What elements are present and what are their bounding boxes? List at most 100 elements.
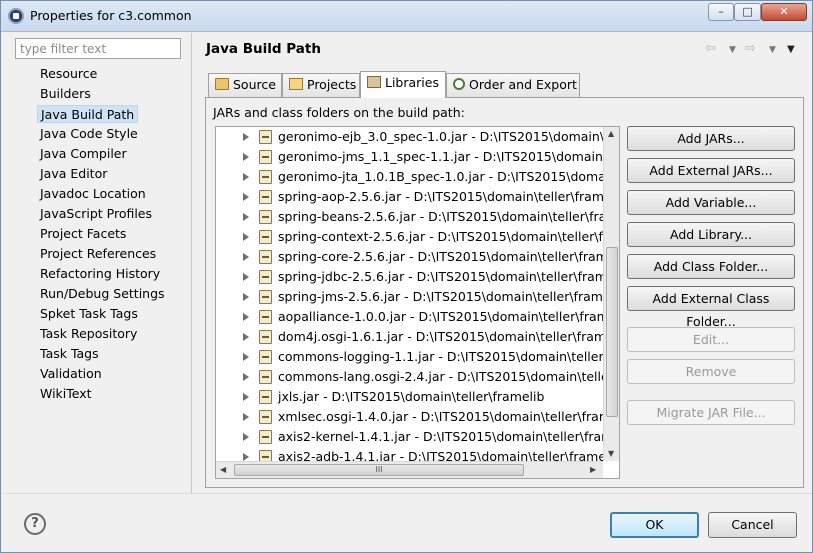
property-page-list: Resource Builders Java Build Path Java C… xyxy=(11,61,191,493)
tab-projects[interactable]: Projects xyxy=(282,73,360,97)
list-item[interactable]: spring-aop-2.5.6.jar - D:\ITS2015\domain… xyxy=(216,187,619,207)
minimize-button[interactable]: – xyxy=(708,3,734,21)
expand-arrow-icon[interactable] xyxy=(243,273,249,281)
vertical-scroll-thumb[interactable] xyxy=(606,247,618,417)
tab-projects-label: Projects xyxy=(307,77,357,92)
add-external-class-folder-button[interactable]: Add External Class Folder... xyxy=(627,286,795,329)
expand-arrow-icon[interactable] xyxy=(243,173,249,181)
add-external-jars-button[interactable]: Add External JARs... xyxy=(627,158,795,183)
nav-item-project-facets[interactable]: Project Facets xyxy=(37,225,129,243)
tab-source-label: Source xyxy=(233,77,276,92)
nav-item-builders[interactable]: Builders xyxy=(37,85,94,103)
library-tree[interactable]: geronimo-ejb_3.0_spec-1.0.jar - D:\ITS20… xyxy=(215,126,620,479)
cancel-button[interactable]: Cancel xyxy=(708,512,797,538)
expand-arrow-icon[interactable] xyxy=(243,353,249,361)
vertical-scrollbar[interactable]: ▲ ▼ xyxy=(603,127,619,461)
nav-item-resource[interactable]: Resource xyxy=(37,65,100,83)
list-item[interactable]: aopalliance-1.0.0.jar - D:\ITS2015\domai… xyxy=(216,307,619,327)
expand-arrow-icon[interactable] xyxy=(243,333,249,341)
close-button[interactable]: ✕ xyxy=(761,3,807,21)
eclipse-app-icon xyxy=(8,8,24,24)
horizontal-scroll-thumb[interactable]: III xyxy=(234,464,524,476)
jar-icon xyxy=(259,350,272,364)
scroll-left-icon[interactable]: ◀ xyxy=(220,465,226,474)
list-item[interactable]: geronimo-jta_1.0.1B_spec-1.0.jar - D:\IT… xyxy=(216,167,619,187)
add-library-button[interactable]: Add Library... xyxy=(627,222,795,247)
edit-button[interactable]: Edit... xyxy=(627,327,795,352)
help-icon[interactable]: ? xyxy=(24,513,46,535)
migrate-jar-button[interactable]: Migrate JAR File... xyxy=(627,400,795,425)
remove-button[interactable]: Remove xyxy=(627,359,795,384)
scroll-down-icon[interactable]: ▼ xyxy=(608,449,614,458)
view-menu-icon[interactable]: ▼ xyxy=(787,44,795,55)
nav-item-javadoc-location[interactable]: Javadoc Location xyxy=(37,185,149,203)
add-class-folder-button[interactable]: Add Class Folder... xyxy=(627,254,795,279)
scroll-up-icon[interactable]: ▲ xyxy=(608,129,614,138)
list-item[interactable]: spring-jdbc-2.5.6.jar - D:\ITS2015\domai… xyxy=(216,267,619,287)
expand-arrow-icon[interactable] xyxy=(243,413,249,421)
list-item[interactable]: spring-core-2.5.6.jar - D:\ITS2015\domai… xyxy=(216,247,619,267)
jar-icon xyxy=(259,250,272,264)
nav-item-run-debug-settings[interactable]: Run/Debug Settings xyxy=(37,285,168,303)
add-variable-button[interactable]: Add Variable... xyxy=(627,190,795,215)
nav-item-task-tags[interactable]: Task Tags xyxy=(37,345,102,363)
expand-arrow-icon[interactable] xyxy=(243,153,249,161)
forward-history-dropdown-icon[interactable]: ▼ xyxy=(769,45,776,55)
nav-item-javascript-profiles[interactable]: JavaScript Profiles xyxy=(37,205,155,223)
expand-arrow-icon[interactable] xyxy=(243,193,249,201)
nav-item-project-references[interactable]: Project References xyxy=(37,245,159,263)
list-item[interactable]: spring-beans-2.5.6.jar - D:\ITS2015\doma… xyxy=(216,207,619,227)
nav-item-java-compiler[interactable]: Java Compiler xyxy=(37,145,130,163)
horizontal-scrollbar[interactable]: ◀ III ▶ xyxy=(216,461,603,478)
list-item[interactable]: commons-lang.osgi-2.4.jar - D:\ITS2015\d… xyxy=(216,367,619,387)
back-history-dropdown-icon[interactable]: ▼ xyxy=(729,45,736,55)
list-item[interactable]: spring-jms-2.5.6.jar - D:\ITS2015\domain… xyxy=(216,287,619,307)
jar-icon xyxy=(259,210,272,224)
tab-source[interactable]: Source xyxy=(208,73,282,97)
nav-item-spket-task-tags[interactable]: Spket Task Tags xyxy=(37,305,141,323)
ok-button[interactable]: OK xyxy=(610,512,699,538)
jar-icon xyxy=(259,150,272,164)
add-jars-button[interactable]: Add JARs... xyxy=(627,126,795,151)
jar-icon xyxy=(259,430,272,444)
nav-item-refactoring-history[interactable]: Refactoring History xyxy=(37,265,163,283)
expand-arrow-icon[interactable] xyxy=(243,373,249,381)
pane-splitter[interactable] xyxy=(191,33,192,493)
expand-arrow-icon[interactable] xyxy=(243,133,249,141)
tab-order-and-export[interactable]: Order and Export xyxy=(446,73,580,97)
expand-arrow-icon[interactable] xyxy=(243,293,249,301)
source-folder-icon xyxy=(215,78,229,90)
back-arrow-icon[interactable]: ⇦ xyxy=(705,41,716,56)
nav-item-validation[interactable]: Validation xyxy=(37,365,105,383)
scroll-right-icon[interactable]: ▶ xyxy=(590,465,596,474)
properties-dialog: Properties for c3.common – □ ✕ Resource … xyxy=(0,0,813,553)
expand-arrow-icon[interactable] xyxy=(243,433,249,441)
list-item[interactable]: commons-logging-1.1.jar - D:\ITS2015\dom… xyxy=(216,347,619,367)
expand-arrow-icon[interactable] xyxy=(243,233,249,241)
jar-icon xyxy=(259,190,272,204)
expand-arrow-icon[interactable] xyxy=(243,213,249,221)
list-item[interactable]: jxls.jar - D:\ITS2015\domain\teller\fram… xyxy=(216,387,606,407)
maximize-button[interactable]: □ xyxy=(734,3,761,21)
list-item[interactable]: axis2-kernel-1.4.1.jar - D:\ITS2015\doma… xyxy=(216,427,619,447)
expand-arrow-icon[interactable] xyxy=(243,393,249,401)
nav-item-java-editor[interactable]: Java Editor xyxy=(37,165,110,183)
list-item[interactable]: spring-context-2.5.6.jar - D:\ITS2015\do… xyxy=(216,227,619,247)
forward-arrow-icon[interactable]: ⇨ xyxy=(745,41,756,56)
tab-libraries[interactable]: Libraries xyxy=(360,71,446,98)
list-item[interactable]: xmlsec.osgi-1.4.0.jar - D:\ITS2015\domai… xyxy=(216,407,619,427)
list-item[interactable]: geronimo-jms_1.1_spec-1.1.jar - D:\ITS20… xyxy=(216,147,619,167)
library-icon xyxy=(367,76,381,88)
filter-input[interactable] xyxy=(15,38,181,59)
nav-item-java-build-path[interactable]: Java Build Path xyxy=(37,105,139,123)
expand-arrow-icon[interactable] xyxy=(243,313,249,321)
expand-arrow-icon[interactable] xyxy=(243,253,249,261)
list-item[interactable]: dom4j.osgi-1.6.1.jar - D:\ITS2015\domain… xyxy=(216,327,619,347)
nav-item-wikitext[interactable]: WikiText xyxy=(37,385,95,403)
nav-item-java-code-style[interactable]: Java Code Style xyxy=(37,125,141,143)
order-export-icon xyxy=(453,78,465,90)
nav-item-task-repository[interactable]: Task Repository xyxy=(37,325,140,343)
expand-arrow-icon[interactable] xyxy=(243,453,249,461)
jar-icon xyxy=(259,230,272,244)
list-item[interactable]: geronimo-ejb_3.0_spec-1.0.jar - D:\ITS20… xyxy=(216,127,619,147)
